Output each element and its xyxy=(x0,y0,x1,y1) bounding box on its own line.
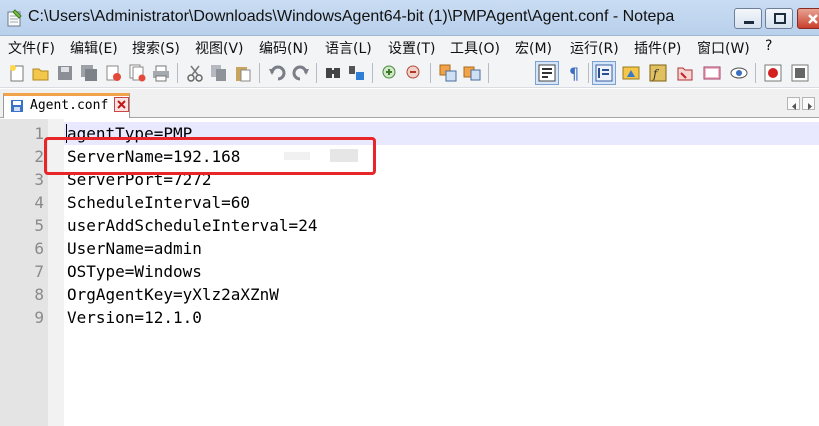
notepad-app-icon xyxy=(7,9,22,27)
zoom-in-icon[interactable] xyxy=(381,64,399,82)
menu-macro[interactable]: 宏(M) xyxy=(515,38,552,58)
menu-plugins[interactable]: 插件(P) xyxy=(634,38,681,58)
menu-file[interactable]: 文件(F) xyxy=(8,38,55,58)
replace-icon[interactable] xyxy=(348,64,366,82)
menu-bar: 文件(F) 编辑(E) 搜索(S) 视图(V) 编码(N) 语言(L) 设置(T… xyxy=(0,36,819,58)
code-line[interactable]: Version=12.1.0 xyxy=(67,306,202,329)
minimize-icon xyxy=(744,21,754,24)
record-macro-icon[interactable] xyxy=(764,64,782,82)
menu-help[interactable]: ? xyxy=(765,38,772,54)
toolbar-separator xyxy=(372,63,373,83)
monitor-eye-icon[interactable] xyxy=(730,64,748,82)
word-wrap-icon[interactable] xyxy=(538,64,556,82)
close-button[interactable] xyxy=(797,8,819,29)
close-icon xyxy=(808,14,818,24)
find-icon[interactable] xyxy=(324,64,342,82)
code-line[interactable]: userAddScheduleInterval=24 xyxy=(67,214,317,237)
folder-workspace-icon[interactable] xyxy=(676,64,694,82)
annotation-highlight-box xyxy=(44,137,376,175)
menu-language[interactable]: 语言(L) xyxy=(325,38,372,58)
doc-map-icon[interactable] xyxy=(622,64,640,82)
paste-icon[interactable] xyxy=(234,64,252,82)
sync-vertical-icon[interactable] xyxy=(439,64,457,82)
menu-settings[interactable]: 设置(T) xyxy=(388,38,435,58)
line-number: 4 xyxy=(34,193,44,212)
tab-close-icon[interactable] xyxy=(114,97,129,112)
document-list-icon[interactable] xyxy=(703,64,721,82)
line-number: 7 xyxy=(34,262,44,281)
menu-search[interactable]: 搜索(S) xyxy=(132,38,180,58)
line-number: 9 xyxy=(34,308,44,327)
line-number: 6 xyxy=(34,239,44,258)
zoom-out-icon[interactable] xyxy=(405,64,423,82)
tab-scroll-left-button[interactable] xyxy=(787,97,800,110)
code-line[interactable]: UserName=admin xyxy=(67,237,202,260)
undo-icon[interactable] xyxy=(268,64,286,82)
line-number: 8 xyxy=(34,285,44,304)
code-line[interactable]: ScheduleInterval=60 xyxy=(67,191,250,214)
menu-tools[interactable]: 工具(O) xyxy=(450,38,500,58)
tab-label: Agent.conf xyxy=(30,98,109,113)
stop-macro-icon[interactable] xyxy=(791,64,809,82)
menu-run[interactable]: 运行(R) xyxy=(570,38,619,58)
redo-icon[interactable] xyxy=(292,64,310,82)
line-number: 5 xyxy=(34,216,44,235)
function-list-icon[interactable]: f xyxy=(649,64,667,82)
title-bar: C:\Users\Administrator\Downloads\Windows… xyxy=(0,0,819,36)
line-number: 1 xyxy=(34,124,44,143)
code-line[interactable]: OrgAgentKey=yXlz2aXZnW xyxy=(67,283,279,306)
cut-icon[interactable] xyxy=(186,64,204,82)
close-file-icon[interactable] xyxy=(104,64,122,82)
print-icon[interactable] xyxy=(152,64,170,82)
maximize-button[interactable] xyxy=(765,8,793,29)
tab-agent-conf[interactable]: Agent.conf xyxy=(3,93,130,118)
save-all-icon[interactable] xyxy=(80,64,98,82)
toolbar-separator xyxy=(259,63,260,83)
window-title: C:\Users\Administrator\Downloads\Windows… xyxy=(28,8,675,25)
maximize-icon xyxy=(774,13,786,24)
save-icon[interactable] xyxy=(56,64,74,82)
line-number: 3 xyxy=(34,170,44,189)
copy-icon[interactable] xyxy=(210,64,228,82)
new-file-icon[interactable] xyxy=(8,64,26,82)
line-number-gutter: 1 2 3 4 5 6 7 8 9 xyxy=(0,119,48,426)
toolbar-separator xyxy=(755,63,756,83)
tab-scroll-right-button[interactable] xyxy=(802,97,815,110)
indent-guide-icon[interactable] xyxy=(595,64,613,82)
toolbar-separator xyxy=(588,63,589,83)
chevron-left-icon xyxy=(792,103,796,110)
sync-horizontal-icon[interactable] xyxy=(463,64,481,82)
chevron-right-icon xyxy=(808,103,812,110)
tab-bar: Agent.conf xyxy=(0,89,819,118)
menu-view[interactable]: 视图(V) xyxy=(195,38,244,58)
toolbar-separator xyxy=(316,63,317,83)
code-line[interactable]: OSType=Windows xyxy=(67,260,202,283)
svg-text:¶: ¶ xyxy=(569,64,579,82)
toolbar: ¶ f xyxy=(0,58,819,88)
toolbar-separator xyxy=(430,63,431,83)
menu-encoding[interactable]: 编码(N) xyxy=(259,38,308,58)
saved-file-icon xyxy=(11,100,23,112)
show-all-characters-icon[interactable]: ¶ xyxy=(566,64,584,82)
editor[interactable]: 1 2 3 4 5 6 7 8 9 agentType=PMP ServerNa… xyxy=(0,119,819,426)
toolbar-separator xyxy=(488,63,489,83)
open-file-icon[interactable] xyxy=(32,64,50,82)
toolbar-separator xyxy=(177,63,178,83)
minimize-button[interactable] xyxy=(734,8,762,29)
menu-edit[interactable]: 编辑(E) xyxy=(70,38,118,58)
menu-window[interactable]: 窗口(W) xyxy=(697,38,750,58)
close-all-icon[interactable] xyxy=(128,64,146,82)
line-number: 2 xyxy=(34,147,44,166)
